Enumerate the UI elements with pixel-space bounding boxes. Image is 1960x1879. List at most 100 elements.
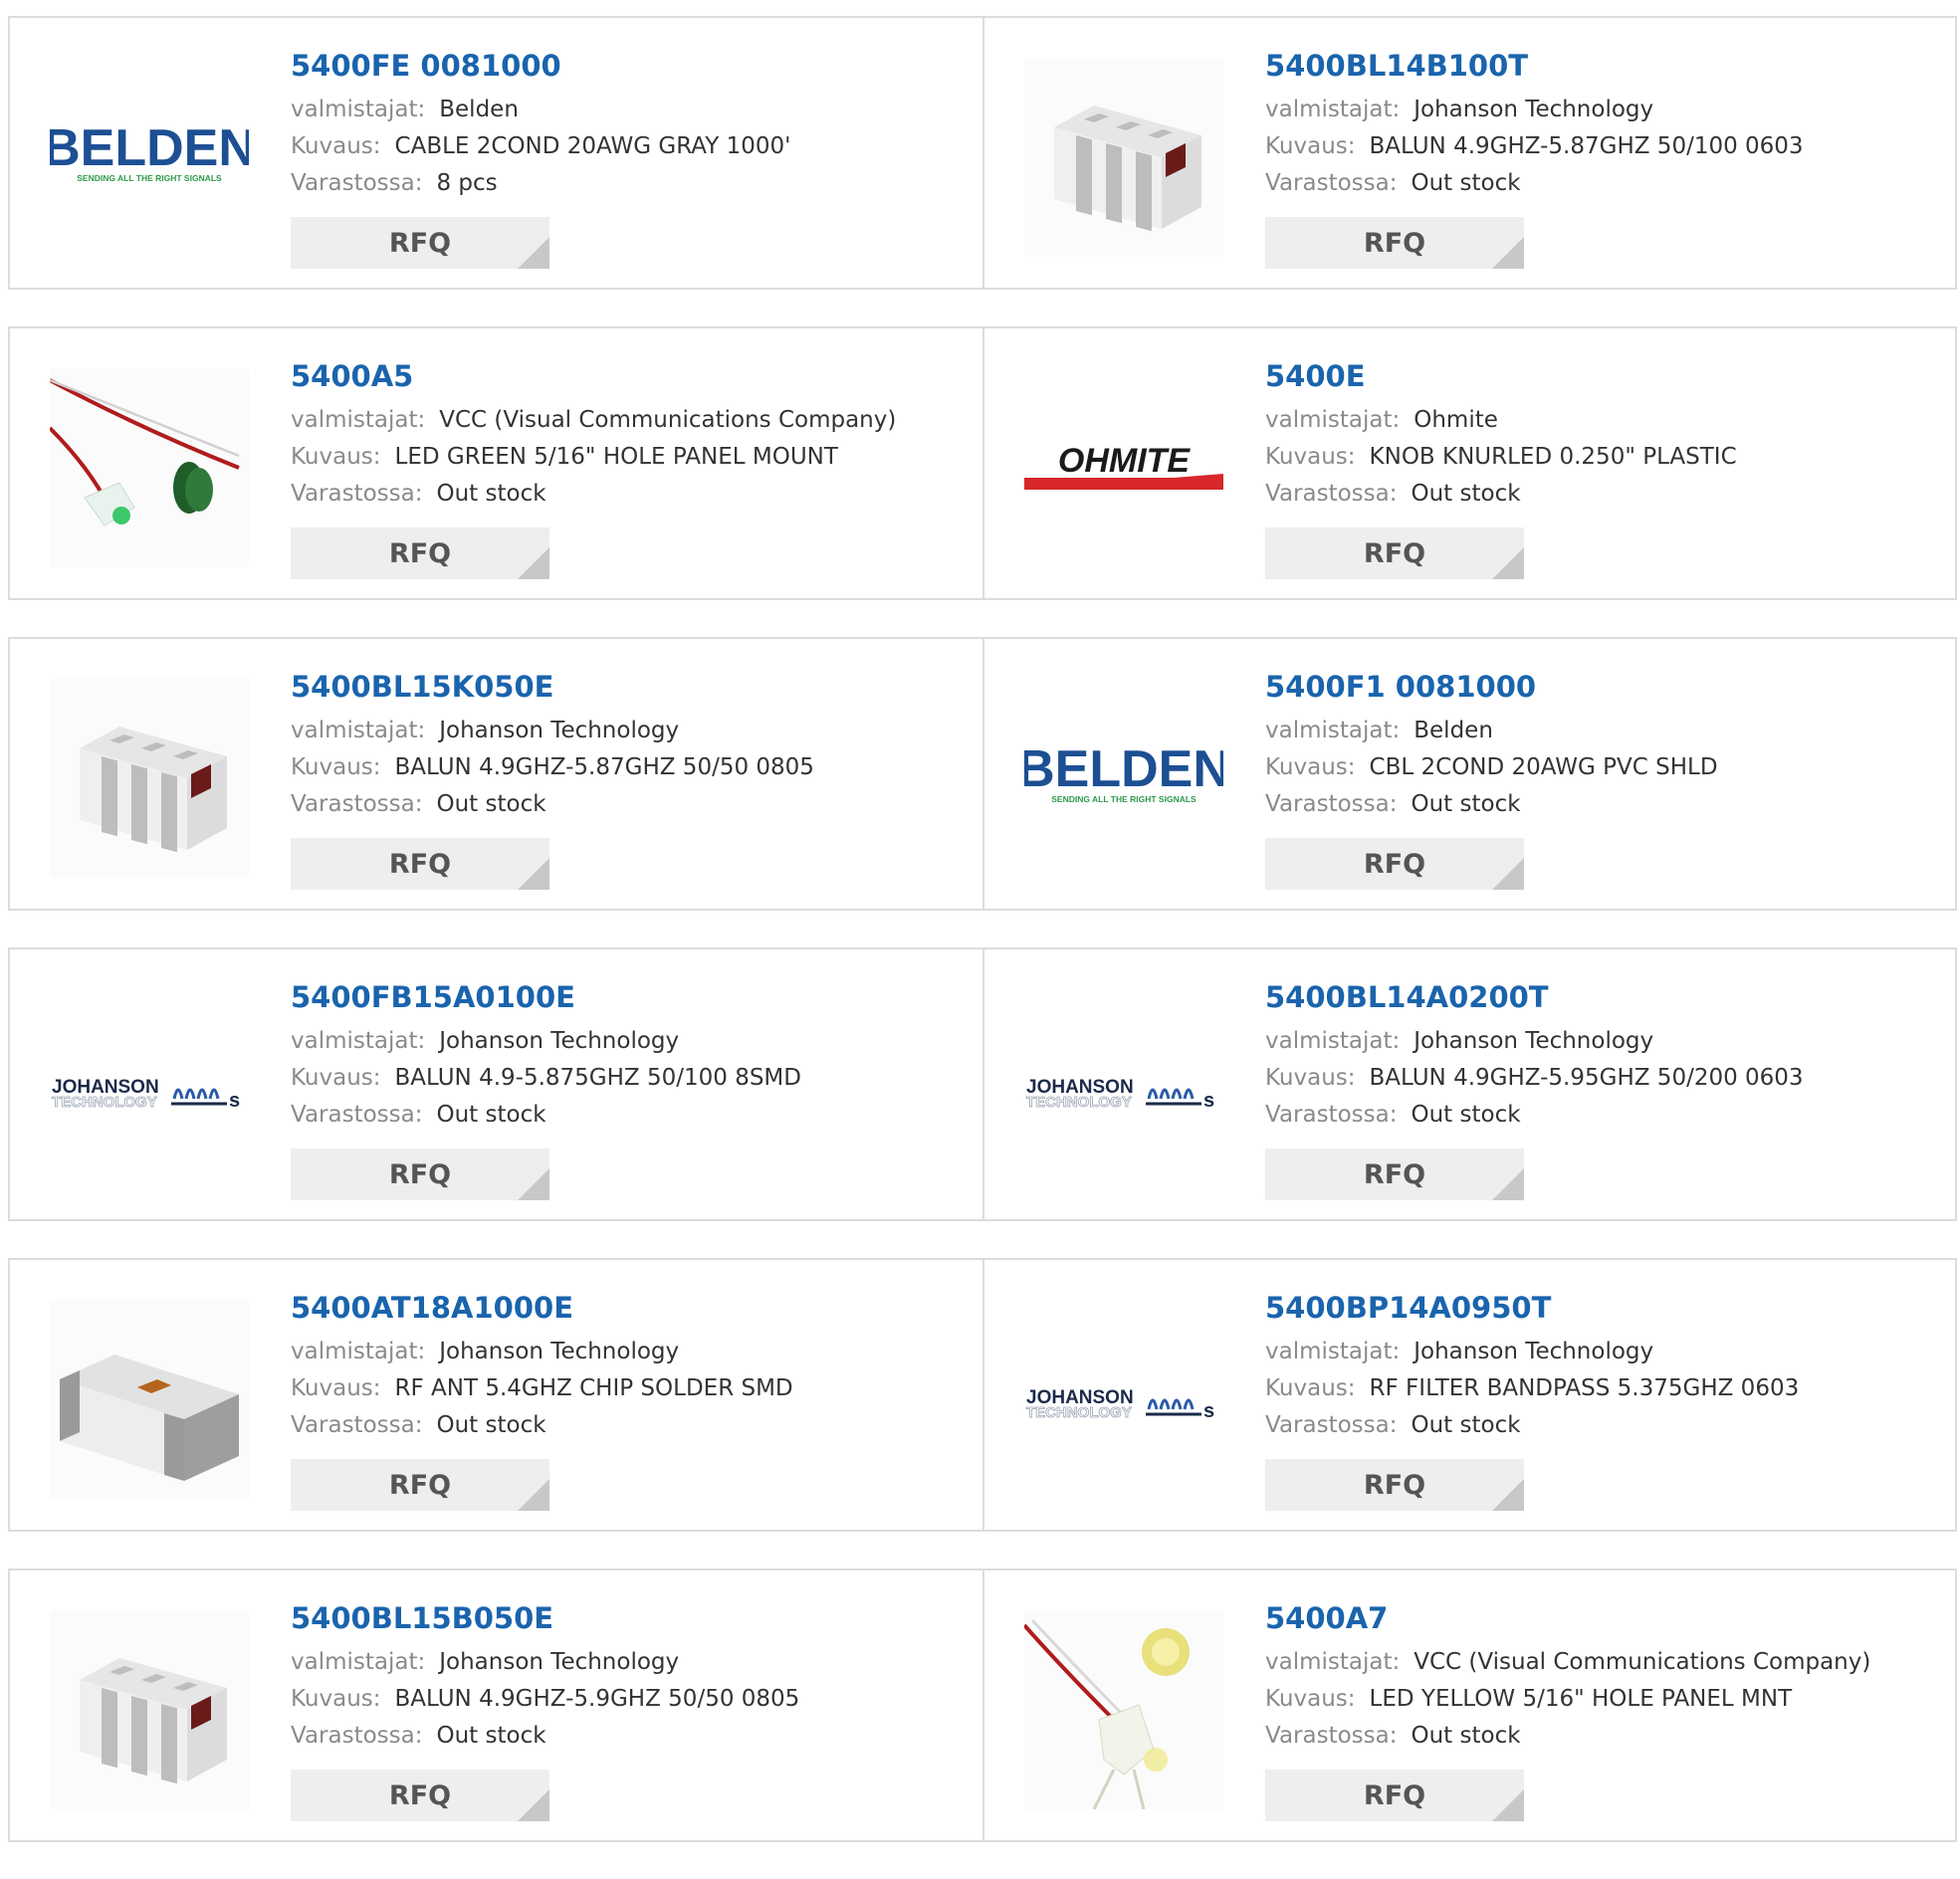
part-number-link[interactable]: 5400BL14B100T [1265,48,1945,84]
rfq-label: RFQ [1363,848,1426,880]
part-number-link[interactable]: 5400F1 0081000 [1265,669,1945,705]
manufacturer-value: Johanson Technology [439,1028,680,1054]
johanson-logo-image[interactable]: JOHANSON TECHNOLOGY s [1024,989,1223,1188]
rfq-button[interactable]: RFQ [291,1770,549,1821]
part-number-link[interactable]: 5400A5 [291,358,973,394]
part-number-link[interactable]: 5400BL15B050E [291,1600,973,1636]
stock-value: Out stock [1411,170,1521,196]
description-label: Kuvaus: [291,754,381,780]
belden-logo-image[interactable]: BELDEN SENDING ALL THE RIGHT SIGNALS [1024,679,1223,878]
manufacturer-value: Johanson Technology [1414,1028,1654,1054]
description-line: Kuvaus: BALUN 4.9GHZ-5.95GHZ 50/200 0603 [1265,1060,1945,1097]
part-number-link[interactable]: 5400A7 [1265,1600,1945,1636]
rfq-button[interactable]: RFQ [1265,1459,1524,1511]
description-line: Kuvaus: RF ANT 5.4GHZ CHIP SOLDER SMD [291,1370,973,1407]
product-row: BELDEN SENDING ALL THE RIGHT SIGNALS 540… [8,16,1957,290]
rfq-button[interactable]: RFQ [1265,838,1524,890]
johanson-logo-image[interactable]: JOHANSON TECHNOLOGY s [1024,1300,1223,1499]
product-info: 5400BL14A0200T valmistajat: Johanson Tech… [1265,979,1945,1134]
led-yellow-image[interactable] [1024,1610,1223,1809]
led-green-icon [50,368,249,567]
manufacturer-value: Belden [1414,718,1493,743]
product-card: BELDEN SENDING ALL THE RIGHT SIGNALS 540… [982,639,1955,909]
rfq-button[interactable]: RFQ [1265,527,1524,579]
product-row: 5400BL15B050E valmistajat: Johanson Techn… [8,1568,1957,1842]
manufacturer-label: valmistajat: [1265,407,1401,433]
part-number-link[interactable]: 5400BL14A0200T [1265,979,1945,1015]
part-number-link[interactable]: 5400FB15A0100E [291,979,973,1015]
balun-chip-image[interactable] [50,1610,249,1809]
description-value: LED YELLOW 5/16" HOLE PANEL MNT [1369,1686,1793,1712]
part-number-link[interactable]: 5400BL15K050E [291,669,973,705]
belden-logo-image[interactable]: BELDEN SENDING ALL THE RIGHT SIGNALS [50,58,249,257]
stock-line: Varastossa: 8 pcs [291,165,973,202]
stock-label: Varastossa: [291,1723,423,1749]
description-value: BALUN 4.9GHZ-5.9GHZ 50/50 0805 [394,1686,800,1712]
part-number-link[interactable]: 5400AT18A1000E [291,1290,973,1326]
stock-line: Varastossa: Out stock [1265,1407,1945,1444]
stock-value: Out stock [436,481,546,507]
stock-line: Varastossa: Out stock [1265,786,1945,823]
manufacturer-label: valmistajat: [1265,1339,1401,1364]
manufacturer-value: Johanson Technology [439,718,680,743]
description-label: Kuvaus: [1265,444,1356,470]
rfq-label: RFQ [1363,1469,1426,1501]
balun-chip-image[interactable] [50,679,249,878]
rfq-button[interactable]: RFQ [291,1459,549,1511]
description-line: Kuvaus: CABLE 2COND 20AWG GRAY 1000' [291,128,973,165]
rfq-label: RFQ [1363,1158,1426,1190]
stock-label: Varastossa: [291,170,423,196]
balun-chip-image[interactable] [1024,58,1223,257]
manufacturer-line: valmistajat: Johanson Technology [291,713,973,749]
stock-value: Out stock [1411,481,1521,507]
product-info: 5400BL15K050E valmistajat: Johanson Techn… [291,669,973,823]
description-value: BALUN 4.9-5.875GHZ 50/100 8SMD [394,1065,801,1091]
manufacturer-line: valmistajat: Johanson Technology [291,1023,973,1060]
balun-chip-icon [1024,58,1223,257]
johanson-logo-image[interactable]: JOHANSON TECHNOLOGY s [50,989,249,1188]
johanson-sub: TECHNOLOGY [1026,1094,1132,1111]
rfq-button[interactable]: RFQ [1265,1148,1524,1200]
product-info: 5400F1 0081000 valmistajat: Belden Kuvaus… [1265,669,1945,823]
rfq-label: RFQ [388,1158,452,1190]
led-green-image[interactable] [50,368,249,567]
part-number-link[interactable]: 5400FE 0081000 [291,48,973,84]
svg-text:s: s [1203,1400,1214,1422]
rfq-button[interactable]: RFQ [291,527,549,579]
part-number-link[interactable]: 5400E [1265,358,1945,394]
balun-chip-icon [50,1610,249,1809]
rfq-button[interactable]: RFQ [291,217,549,269]
stock-line: Varastossa: Out stock [1265,165,1945,202]
manufacturer-line: valmistajat: Belden [1265,713,1945,749]
antenna-chip-image[interactable] [50,1300,249,1499]
description-label: Kuvaus: [291,133,381,159]
manufacturer-label: valmistajat: [291,1339,426,1364]
johanson-logo-icon: JOHANSON TECHNOLOGY s [1026,1387,1215,1422]
stock-label: Varastossa: [291,1102,423,1128]
stock-value: Out stock [436,1723,546,1749]
manufacturer-line: valmistajat: Johanson Technology [1265,92,1945,128]
stock-label: Varastossa: [1265,170,1398,196]
stock-line: Varastossa: Out stock [291,1718,973,1755]
description-line: Kuvaus: KNOB KNURLED 0.250" PLASTIC [1265,439,1945,476]
svg-text:s: s [1203,1090,1214,1112]
description-value: LED GREEN 5/16" HOLE PANEL MOUNT [394,444,838,470]
rfq-button[interactable]: RFQ [1265,217,1524,269]
rfq-button[interactable]: RFQ [291,838,549,890]
rfq-button[interactable]: RFQ [291,1148,549,1200]
rfq-label: RFQ [388,1779,452,1811]
manufacturer-label: valmistajat: [1265,97,1401,122]
ohmite-logo-image[interactable]: OHMITE [1024,368,1223,567]
product-info: 5400FE 0081000 valmistajat: Belden Kuvaus… [291,48,973,202]
stock-label: Varastossa: [291,1412,423,1438]
part-number-link[interactable]: 5400BP14A0950T [1265,1290,1945,1326]
stock-line: Varastossa: Out stock [291,1097,973,1134]
description-label: Kuvaus: [1265,1065,1356,1091]
product-card: 5400A7 valmistajat: VCC (Visual Communica… [982,1570,1955,1840]
belden-tagline: SENDING ALL THE RIGHT SIGNALS [1051,794,1197,804]
description-value: CBL 2COND 20AWG PVC SHLD [1369,754,1718,780]
description-label: Kuvaus: [1265,754,1356,780]
rfq-button[interactable]: RFQ [1265,1770,1524,1821]
johanson-logo-icon: JOHANSON TECHNOLOGY s [1026,1077,1215,1112]
stock-label: Varastossa: [291,481,423,507]
